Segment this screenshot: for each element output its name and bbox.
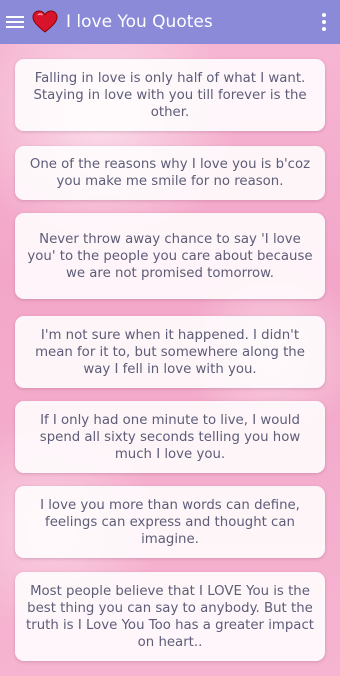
quote-text: Falling in love is only half of what I w…	[33, 70, 307, 120]
quote-text: Most people believe that I LOVE You is t…	[26, 583, 314, 650]
quote-card[interactable]: Never throw away chance to say 'I love y…	[15, 213, 325, 299]
quote-card[interactable]: I love you more than words can define, f…	[15, 486, 325, 558]
hamburger-menu-icon[interactable]	[6, 15, 24, 29]
quote-card[interactable]: If I only had one minute to live, I woul…	[15, 401, 325, 473]
quote-card[interactable]: One of the reasons why I love you is b'c…	[15, 146, 325, 200]
quote-text: One of the reasons why I love you is b'c…	[29, 157, 311, 189]
app-bar: I love You Quotes	[0, 0, 340, 44]
quote-text: Never throw away chance to say 'I love y…	[27, 231, 313, 281]
heart-logo-icon	[32, 10, 58, 33]
app-title: I love You Quotes	[66, 12, 213, 32]
quote-card[interactable]: Most people believe that I LOVE You is t…	[15, 572, 325, 661]
more-vertical-icon[interactable]	[322, 13, 326, 31]
quote-card[interactable]: I'm not sure when it happened. I didn't …	[15, 316, 325, 388]
quote-text: I'm not sure when it happened. I didn't …	[35, 327, 305, 377]
quote-text: I love you more than words can define, f…	[40, 497, 300, 547]
quotes-list[interactable]: Falling in love is only half of what I w…	[0, 44, 340, 676]
quote-text: If I only had one minute to live, I woul…	[39, 412, 301, 462]
quote-card[interactable]: Falling in love is only half of what I w…	[15, 59, 325, 131]
